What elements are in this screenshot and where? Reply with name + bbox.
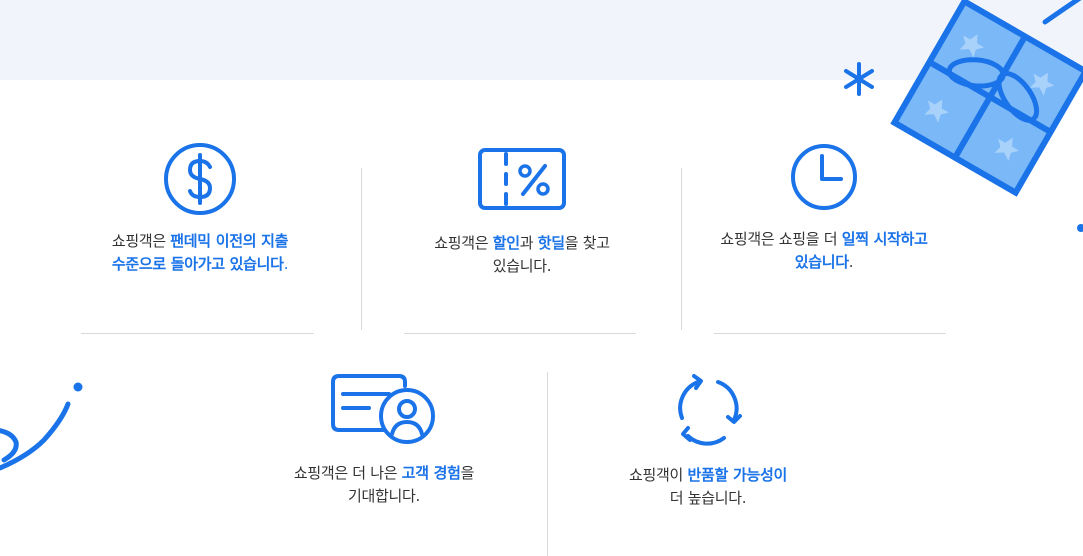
feature-caption: 쇼핑객은 쇼핑을 더 일찍 시작하고 있습니다. <box>674 228 974 274</box>
caption-text: 쇼핑객이 <box>629 466 688 484</box>
caption-text: 을 <box>460 464 475 482</box>
feature-caption: 쇼핑객이 반품할 가능성이 더 높습니다. <box>558 464 858 510</box>
caption-text: 쇼핑객은 더 나은 <box>293 464 402 482</box>
feature-deals: 쇼핑객은 할인과 핫딜을 찾고 있습니다. <box>362 146 682 278</box>
feature-spending: 쇼핑객은 팬데믹 이전의 지출 수준으로 돌아가고 있습니다. <box>50 142 350 276</box>
caption-highlight: 있습니다 <box>794 253 849 271</box>
feature-early-shopping: 쇼핑객은 쇼핑을 더 일찍 시작하고 있습니다. <box>674 142 974 274</box>
row-divider <box>404 333 636 334</box>
swirl-icon <box>0 401 71 471</box>
dot-icon <box>73 382 83 392</box>
caption-text: 기대합니다. <box>348 487 420 505</box>
caption-highlight: 팬데믹 이전의 지출 <box>170 232 289 250</box>
caption-highlight: 고객 경험 <box>401 464 461 482</box>
column-divider <box>547 372 548 556</box>
caption-text: 있습니다. <box>492 257 552 275</box>
caption-highlight: 반품할 가능성이 <box>687 466 788 484</box>
caption-text: . <box>283 255 289 273</box>
row-divider <box>714 333 946 334</box>
caption-text: 쇼핑객은 쇼핑을 더 <box>720 230 842 248</box>
dot-icon <box>1077 224 1083 232</box>
row-divider <box>81 333 314 334</box>
feature-caption: 쇼핑객은 더 나은 고객 경험을 기대합니다. <box>234 462 534 508</box>
feature-caption: 쇼핑객은 할인과 핫딜을 찾고 있습니다. <box>362 232 682 278</box>
dollar-icon <box>164 143 236 215</box>
feature-returns: 쇼핑객이 반품할 가능성이 더 높습니다. <box>558 372 858 510</box>
caption-highlight: 핫딜 <box>537 234 565 252</box>
refresh-cycle-icon <box>678 374 742 446</box>
decoration-layer <box>0 0 1083 471</box>
coupon-percent-icon <box>478 148 566 210</box>
page: 쇼핑객은 팬데믹 이전의 지출 수준으로 돌아가고 있습니다. 쇼핑객은 할인과… <box>0 0 1083 556</box>
caption-text: 쇼핑객은 <box>111 232 171 250</box>
caption-highlight: 할인 <box>492 234 520 252</box>
feature-customer-experience: 쇼핑객은 더 나은 고객 경험을 기대합니다. <box>234 372 534 508</box>
caption-text: . <box>848 253 854 271</box>
caption-text: 을 찾고 <box>564 234 610 252</box>
clock-icon <box>791 144 857 210</box>
caption-text: 과 <box>519 234 538 252</box>
caption-highlight: 일찍 시작하고 <box>841 230 928 248</box>
customer-card-icon <box>331 374 435 444</box>
feature-caption: 쇼핑객은 팬데믹 이전의 지출 수준으로 돌아가고 있습니다. <box>50 230 350 276</box>
caption-highlight: 수준으로 돌아가고 있습니다 <box>111 255 284 273</box>
caption-text: 쇼핑객은 <box>434 234 493 252</box>
asterisk-icon <box>844 62 874 96</box>
caption-text: 더 높습니다. <box>669 489 747 507</box>
